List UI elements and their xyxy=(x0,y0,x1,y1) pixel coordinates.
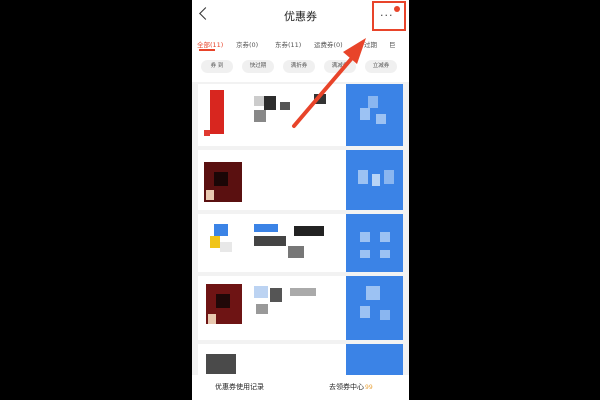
chip-3[interactable]: 满折券 xyxy=(283,60,315,73)
nav-bar: 优惠券 ··· xyxy=(192,0,409,34)
blurred-pixel xyxy=(214,172,228,186)
blurred-pixel xyxy=(256,304,268,314)
blurred-pixel xyxy=(384,170,394,184)
filter-tabs: 全部(11) 京券(0) 东券(11) 运费券(0) 过期 巨 xyxy=(192,34,409,52)
blurred-pixel xyxy=(314,94,326,104)
coupon-card[interactable] xyxy=(198,276,403,340)
product-thumbnail xyxy=(214,224,228,236)
blurred-pixel xyxy=(206,190,214,200)
product-thumbnail xyxy=(210,90,224,134)
blurred-pixel xyxy=(290,288,316,296)
coupon-center-label: 去领券中心 xyxy=(329,383,364,391)
phone-screen: 优惠券 ··· 全部(11) 京券(0) 东券(11) 运费券(0) 过期 巨 … xyxy=(192,0,409,400)
bottom-bar: 优惠券使用记录 去领券中心99 xyxy=(192,375,409,400)
coupon-stub xyxy=(346,84,403,146)
blurred-pixel xyxy=(208,314,216,324)
blurred-pixel xyxy=(294,226,324,236)
tab-jing-coupon[interactable]: 京券(0) xyxy=(236,39,258,49)
blurred-pixel xyxy=(360,250,370,258)
blurred-pixel xyxy=(254,286,268,298)
tab-more[interactable]: 巨 xyxy=(389,39,396,49)
coupon-card[interactable] xyxy=(198,150,403,210)
blurred-pixel xyxy=(360,108,370,120)
coupon-center-link[interactable]: 去领券中心99 xyxy=(329,382,373,392)
coupon-center-badge: 99 xyxy=(365,384,373,391)
blurred-pixel xyxy=(254,110,266,122)
blurred-pixel xyxy=(376,114,386,124)
blurred-pixel xyxy=(380,250,390,258)
coupon-card[interactable] xyxy=(198,344,403,375)
notification-dot xyxy=(394,6,400,12)
blurred-pixel xyxy=(270,288,282,302)
blurred-pixel xyxy=(380,232,390,242)
blurred-pixel xyxy=(264,96,276,110)
coupon-stub xyxy=(346,150,403,210)
blurred-pixel xyxy=(360,232,370,242)
coupon-history-link[interactable]: 优惠券使用记录 xyxy=(215,382,264,392)
chip-5[interactable]: 立减券 xyxy=(365,60,397,73)
thumbnail-pixel xyxy=(204,130,210,136)
tab-shipping-coupon[interactable]: 运费券(0) xyxy=(314,39,343,49)
blurred-pixel xyxy=(254,96,264,106)
blurred-pixel xyxy=(288,246,304,258)
blurred-pixel xyxy=(366,286,380,300)
tab-expired[interactable]: 过期 xyxy=(364,39,377,49)
blurred-pixel xyxy=(254,224,278,232)
tab-dong-coupon[interactable]: 东券(11) xyxy=(275,39,301,49)
tab-all[interactable]: 全部(11) xyxy=(197,39,223,49)
more-button[interactable]: ··· xyxy=(372,1,406,31)
coupon-card[interactable] xyxy=(198,84,403,146)
blurred-pixel xyxy=(280,102,290,110)
blurred-pixel xyxy=(220,242,232,252)
blurred-pixel xyxy=(254,236,286,246)
filter-chips: 券 到 快过期 满折券 满减券 立减券 xyxy=(192,52,409,82)
blurred-pixel xyxy=(372,174,380,186)
coupon-card[interactable] xyxy=(198,214,403,272)
coupon-stub xyxy=(346,214,403,272)
chip-2[interactable]: 快过期 xyxy=(242,60,274,73)
blurred-pixel xyxy=(358,170,368,184)
product-thumbnail xyxy=(206,354,236,374)
blurred-pixel xyxy=(368,96,378,108)
blurred-pixel xyxy=(380,310,390,320)
chip-4[interactable]: 满减券 xyxy=(324,60,356,73)
blurred-pixel xyxy=(360,306,370,318)
active-tab-indicator xyxy=(199,49,215,51)
more-dots-icon: ··· xyxy=(380,9,394,22)
blurred-pixel xyxy=(210,236,220,248)
chip-1[interactable]: 券 到 xyxy=(201,60,233,73)
blurred-pixel xyxy=(216,294,230,308)
coupon-stub xyxy=(346,344,403,375)
coupon-stub xyxy=(346,276,403,340)
